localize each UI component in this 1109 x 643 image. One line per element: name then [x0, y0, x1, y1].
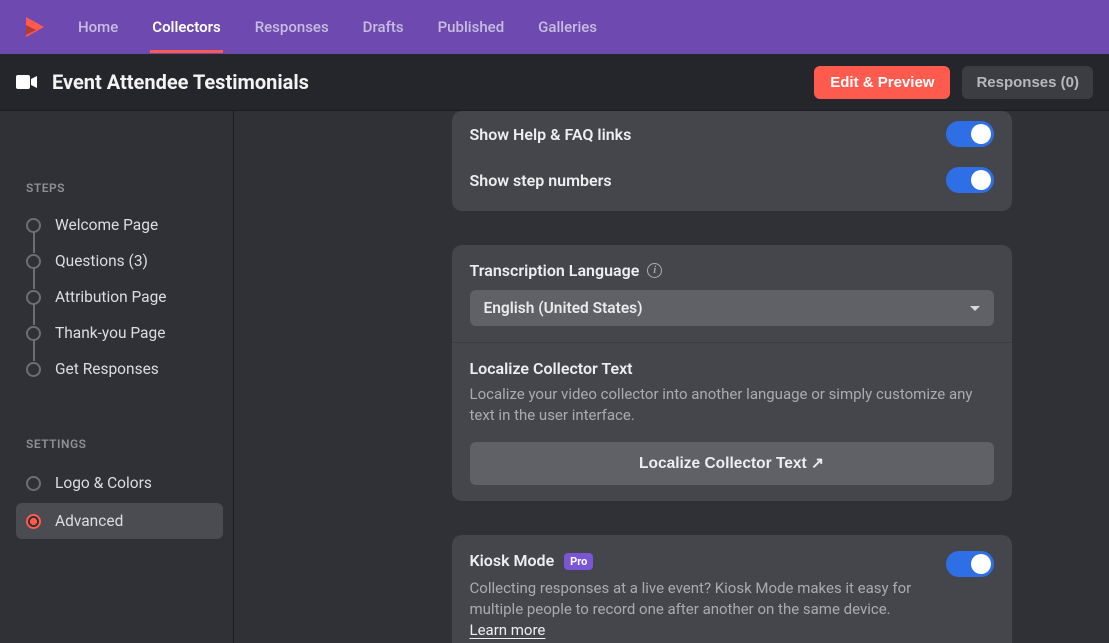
localize-button[interactable]: Localize Collector Text ↗ [470, 442, 994, 485]
sidebar: STEPS Welcome Page Questions (3) Attribu… [0, 111, 234, 643]
step-questions[interactable]: Questions (3) [0, 243, 233, 279]
radio-icon [26, 514, 41, 529]
kiosk-title: Kiosk Mode [470, 551, 555, 570]
nav-home[interactable]: Home [76, 1, 120, 53]
play-logo-icon [22, 15, 46, 39]
kiosk-card: Kiosk Mode Pro Collecting responses at a… [452, 535, 1012, 643]
nav-published[interactable]: Published [436, 1, 507, 53]
settings-label: Advanced [55, 512, 123, 530]
page-title: Event Attendee Testimonials [52, 70, 309, 94]
language-card: Transcription Language i English (United… [452, 245, 1012, 501]
top-nav: Home Collectors Responses Drafts Publish… [0, 0, 1109, 54]
nav-responses[interactable]: Responses [253, 1, 331, 53]
toggle-help-links[interactable] [946, 121, 994, 147]
step-attribution-page[interactable]: Attribution Page [0, 279, 233, 315]
step-welcome-page[interactable]: Welcome Page [0, 207, 233, 243]
kiosk-learn-more-link[interactable]: Learn more [470, 621, 546, 639]
chevron-down-icon [970, 306, 980, 311]
video-camera-icon [16, 74, 38, 90]
settings-logo-colors[interactable]: Logo & Colors [16, 465, 223, 501]
step-thank-you-page[interactable]: Thank-you Page [0, 315, 233, 351]
step-circle-icon [26, 326, 41, 341]
settings-label: Logo & Colors [55, 474, 152, 492]
main-content: Show Help & FAQ links Show step numbers … [234, 111, 1109, 643]
settings-advanced[interactable]: Advanced [16, 503, 223, 539]
sub-header: Event Attendee Testimonials Edit & Previ… [0, 54, 1109, 111]
pro-badge: Pro [564, 553, 593, 570]
toggle-help-links-row: Show Help & FAQ links [452, 111, 1012, 157]
step-circle-icon [26, 218, 41, 233]
localize-title: Localize Collector Text [470, 359, 994, 378]
radio-icon [26, 476, 41, 491]
select-value: English (United States) [484, 299, 643, 317]
localize-description: Localize your video collector into anoth… [470, 384, 994, 426]
sidebar-steps-heading: STEPS [0, 129, 233, 207]
display-options-card: Show Help & FAQ links Show step numbers [452, 111, 1012, 211]
step-label: Attribution Page [55, 288, 167, 306]
logo[interactable] [22, 15, 46, 39]
toggle-step-numbers-row: Show step numbers [452, 157, 1012, 211]
toggle-label: Show step numbers [470, 171, 612, 190]
step-label: Welcome Page [55, 216, 158, 234]
toggle-kiosk-mode[interactable] [946, 551, 994, 577]
step-label: Questions (3) [55, 252, 148, 270]
nav-drafts[interactable]: Drafts [361, 1, 406, 53]
responses-button[interactable]: Responses (0) [962, 66, 1093, 99]
step-label: Get Responses [55, 360, 159, 378]
edit-preview-button[interactable]: Edit & Preview [814, 66, 950, 99]
step-circle-icon [26, 254, 41, 269]
nav-galleries[interactable]: Galleries [536, 1, 599, 53]
transcription-language-select[interactable]: English (United States) [470, 290, 994, 326]
step-get-responses[interactable]: Get Responses [0, 351, 233, 387]
toggle-label: Show Help & FAQ links [470, 125, 632, 144]
step-circle-icon [26, 362, 41, 377]
sidebar-settings-heading: SETTINGS [0, 387, 233, 463]
kiosk-description: Collecting responses at a live event? Ki… [470, 578, 926, 641]
nav-collectors[interactable]: Collectors [150, 1, 222, 53]
step-circle-icon [26, 290, 41, 305]
transcription-language-label: Transcription Language i [470, 261, 994, 280]
step-label: Thank-you Page [55, 324, 165, 342]
info-icon[interactable]: i [647, 263, 662, 278]
toggle-step-numbers[interactable] [946, 167, 994, 193]
